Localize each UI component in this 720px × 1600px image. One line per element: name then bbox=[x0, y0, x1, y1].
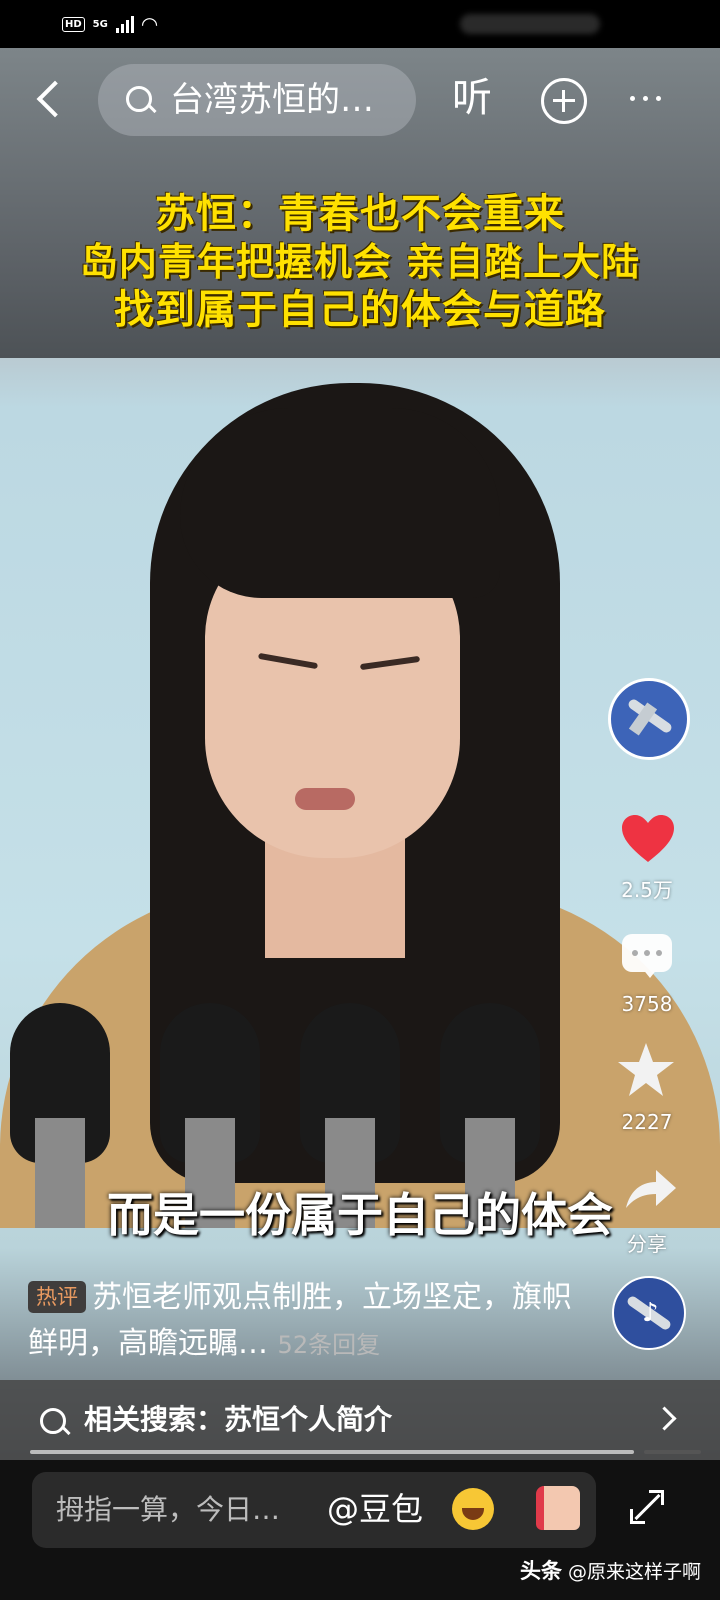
watermark-account: @原来这样子啊 bbox=[568, 1561, 702, 1583]
chevron-right-icon bbox=[652, 1406, 677, 1431]
favorite-count: 2227 bbox=[621, 1110, 673, 1134]
video-person-mouth bbox=[295, 788, 355, 810]
bottom-bar: 拇指一算，今日… @豆包 头条 @原来这样子啊 bbox=[0, 1460, 720, 1600]
search-icon bbox=[126, 86, 152, 112]
wifi-icon: ◠ bbox=[141, 12, 158, 36]
comment-icon[interactable] bbox=[622, 934, 672, 978]
video-person-bangs bbox=[180, 408, 500, 598]
status-right-blurred bbox=[460, 14, 600, 34]
music-note-icon: ♪ bbox=[642, 1298, 659, 1328]
hot-comment-replies[interactable]: 52条回复 bbox=[278, 1331, 381, 1359]
favorite-star-icon[interactable] bbox=[616, 1040, 676, 1100]
comment-input[interactable]: 拇指一算，今日… @豆包 bbox=[32, 1472, 596, 1548]
headline-line-3: 找到属于自己的体会与道路 bbox=[114, 287, 606, 333]
hot-comment[interactable]: 热评 苏恒老师观点制胜，立场坚定，旗帜鲜明，高瞻远瞩… 52条回复 bbox=[28, 1275, 588, 1368]
video-progress-remaining bbox=[644, 1450, 701, 1454]
hot-comment-badge: 热评 bbox=[28, 1281, 86, 1313]
doubao-mention-button[interactable]: @豆包 bbox=[327, 1488, 423, 1530]
back-button[interactable] bbox=[28, 76, 72, 120]
related-search-label: 相关搜索：苏恒个人简介 bbox=[84, 1403, 393, 1436]
watermark-brand: 头条 bbox=[520, 1559, 562, 1583]
laugh-emoji-icon[interactable] bbox=[452, 1488, 494, 1530]
more-icon[interactable] bbox=[630, 88, 670, 108]
signal-icon bbox=[115, 15, 134, 33]
status-bar: HD 5G ◠ bbox=[0, 0, 720, 48]
fullscreen-expand-icon[interactable] bbox=[630, 1490, 664, 1524]
comment-input-placeholder: 拇指一算，今日… bbox=[56, 1493, 281, 1526]
top-nav: 台湾苏恒的… 听 bbox=[0, 60, 720, 140]
like-count: 2.5万 bbox=[621, 878, 673, 902]
author-avatar[interactable] bbox=[608, 678, 690, 760]
video-subtitle: 而是一份属于自己的体会 bbox=[107, 1188, 613, 1242]
related-search-bar[interactable]: 相关搜索：苏恒个人简介 bbox=[0, 1380, 720, 1460]
video-headline: 苏恒：青春也不会重来 岛内青年把握机会 亲自踏上大陆 找到属于自己的体会与道路 bbox=[0, 190, 720, 334]
listen-button[interactable]: 听 bbox=[452, 70, 492, 126]
comment-count: 3758 bbox=[621, 992, 673, 1016]
hd-indicator: HD bbox=[62, 16, 85, 32]
search-box[interactable]: 台湾苏恒的… bbox=[98, 64, 416, 136]
watermark: 头条 @原来这样子啊 bbox=[520, 1555, 701, 1585]
headline-line-1: 苏恒：青春也不会重来 bbox=[155, 191, 565, 237]
music-disc-icon[interactable]: ♪ bbox=[612, 1276, 686, 1350]
thumbs-up-icon[interactable] bbox=[536, 1486, 580, 1530]
add-icon[interactable] bbox=[541, 78, 587, 124]
related-search-icon bbox=[40, 1408, 66, 1434]
search-query: 台湾苏恒的… bbox=[170, 80, 374, 120]
video-progress-bar[interactable] bbox=[30, 1450, 701, 1454]
like-heart-icon[interactable] bbox=[620, 812, 676, 868]
network-type: 5G bbox=[92, 18, 108, 30]
headline-line-2: 岛内青年把握机会 亲自踏上大陆 bbox=[79, 240, 641, 284]
